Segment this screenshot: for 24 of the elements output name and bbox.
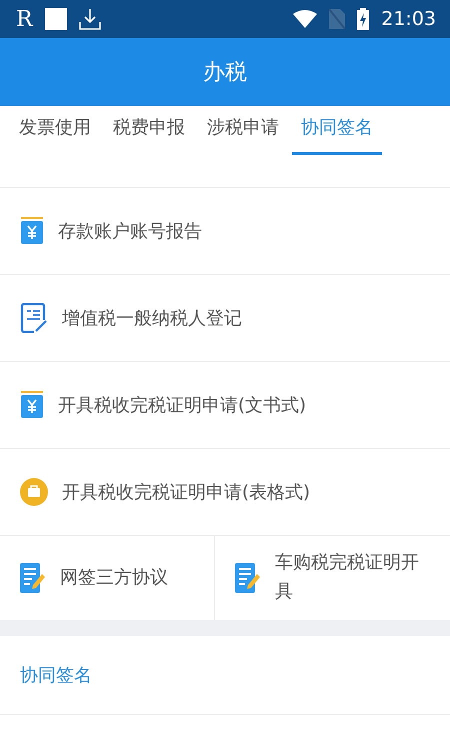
- tab[interactable]: 涉税申请: [198, 106, 288, 155]
- tab[interactable]: 发票使用: [10, 106, 100, 155]
- menu-item[interactable]: 开具税收完税证明申请(文书式): [58, 393, 306, 417]
- wifi-icon: [293, 10, 318, 28]
- status-glyph: R: [16, 6, 33, 32]
- briefcase-circle-icon: [20, 478, 48, 506]
- section-title: 协同签名: [20, 664, 92, 687]
- form-icon: [20, 303, 48, 333]
- notification-square-icon: [44, 8, 67, 30]
- page-title: 办税: [203, 59, 247, 87]
- yen-document-icon: [20, 217, 44, 245]
- status-time: 21:03: [381, 8, 436, 30]
- tab[interactable]: 税费申报: [104, 106, 194, 155]
- no-sim-icon: [329, 9, 346, 29]
- menu-item[interactable]: 车购税完税证明开具: [275, 549, 425, 607]
- pencil-document-icon: [235, 562, 261, 594]
- download-icon: [78, 8, 101, 30]
- menu-item[interactable]: 网签三方协议: [60, 564, 210, 592]
- menu-item[interactable]: 开具税收完税证明申请(表格式): [62, 480, 310, 504]
- yen-document-icon: [20, 391, 44, 419]
- menu-item[interactable]: 增值税一般纳税人登记: [62, 306, 242, 330]
- pencil-document-icon: [20, 562, 46, 594]
- menu-item[interactable]: 存款账户账号报告: [58, 219, 202, 243]
- battery-charging-icon: [357, 8, 370, 30]
